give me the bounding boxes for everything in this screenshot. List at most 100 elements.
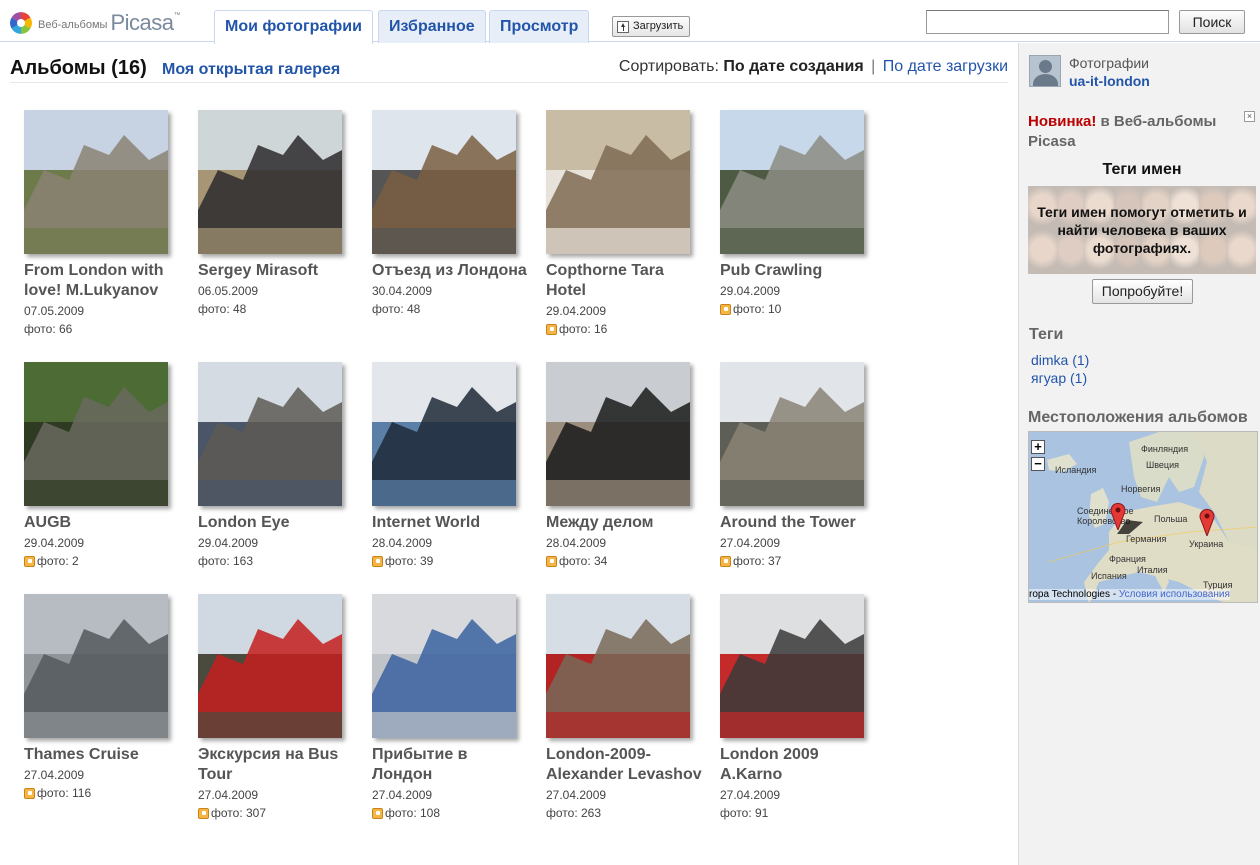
album-cover-image[interactable] xyxy=(372,110,516,254)
album-card[interactable]: From London with love! M.Lukyanov 07.05.2… xyxy=(24,110,184,337)
album-title-link[interactable]: London 2009 A.Karno xyxy=(720,745,880,785)
sort-separator: | xyxy=(871,58,876,75)
album-cover-image[interactable] xyxy=(24,594,168,738)
map-label: Исландия xyxy=(1055,465,1097,475)
album-cover-image[interactable] xyxy=(720,362,864,506)
album-cover-image[interactable] xyxy=(198,110,342,254)
map-pin-ukraine-icon[interactable] xyxy=(1199,508,1215,536)
public-gallery-link[interactable]: Моя открытая галерея xyxy=(162,61,340,79)
search-button[interactable]: Поиск xyxy=(1179,10,1245,34)
sort-by-uploaded-link[interactable]: По дате загрузки xyxy=(883,58,1008,75)
map-label: Финляндия xyxy=(1141,444,1189,454)
album-cover-image[interactable] xyxy=(372,362,516,506)
album-cover-image[interactable] xyxy=(720,594,864,738)
promo-text: Теги имен помогут отметить и найти челов… xyxy=(1028,186,1256,274)
album-title-link[interactable]: Pub Crawling xyxy=(720,261,880,281)
album-card[interactable]: Thames Cruise 27.04.2009 фото: 116 xyxy=(24,594,184,801)
album-cover-image[interactable] xyxy=(546,594,690,738)
album-card[interactable]: Around the Tower 27.04.2009 фото: 37 xyxy=(720,362,880,569)
album-date: 29.04.2009 xyxy=(546,304,607,318)
album-photo-count: фото: 10 xyxy=(720,301,880,317)
tab-browse[interactable]: Просмотр xyxy=(489,10,590,43)
album-photo-count: фото: 37 xyxy=(720,553,880,569)
albums-header: Альбомы (16) Моя открытая галерея Сортир… xyxy=(10,57,1008,83)
album-title-link[interactable]: Sergey Mirasoft xyxy=(198,261,358,281)
album-date: 27.04.2009 xyxy=(546,788,607,802)
album-title-link[interactable]: Internet World xyxy=(372,513,532,533)
logo-small-text: Веб-альбомы xyxy=(38,19,108,31)
map-label: Испания xyxy=(1091,571,1127,581)
shared-album-icon xyxy=(24,787,35,799)
logo-trademark: ™ xyxy=(173,12,181,19)
album-title-link[interactable]: Между делом xyxy=(546,513,706,533)
album-cover-image[interactable] xyxy=(198,362,342,506)
album-cover-image[interactable] xyxy=(720,110,864,254)
album-photo-count: фото: 39 xyxy=(372,553,532,569)
album-cover-image[interactable] xyxy=(546,110,690,254)
album-title-link[interactable]: Отъезд из Лондона xyxy=(372,261,532,281)
album-photo-count: фото: 48 xyxy=(198,301,358,317)
album-locations-map[interactable]: + − Финляндия Исландия Швеция Норвегия С… xyxy=(1028,431,1258,603)
album-date: 27.04.2009 xyxy=(198,788,259,802)
album-card[interactable]: Internet World 28.04.2009 фото: 39 xyxy=(372,362,532,569)
album-photo-count: фото: 108 xyxy=(372,805,532,821)
album-title-link[interactable]: Copthorne Tara Hotel xyxy=(546,261,706,301)
owner-avatar[interactable] xyxy=(1029,55,1061,87)
news-heading: Новинка! в Веб-альбомы Picasa xyxy=(1028,112,1238,152)
owner-name-link[interactable]: ua-it-london xyxy=(1069,73,1150,89)
name-tags-promo: Теги имен помогут отметить и найти челов… xyxy=(1028,186,1256,274)
album-card[interactable]: Между делом 28.04.2009 фото: 34 xyxy=(546,362,706,569)
album-title-link[interactable]: From London with love! M.Lukyanov xyxy=(24,261,184,301)
map-label: Польша xyxy=(1154,514,1188,524)
news-new-label: Новинка! xyxy=(1028,113,1097,130)
album-card[interactable]: Отъезд из Лондона 30.04.2009 фото: 48 xyxy=(372,110,532,317)
tag-link-dimka[interactable]: dimka (1) xyxy=(1031,352,1089,368)
map-pin-shadow xyxy=(1117,520,1143,534)
album-photo-count-text: фото: 263 xyxy=(546,806,602,820)
shared-album-icon xyxy=(720,555,731,567)
album-title-link[interactable]: Thames Cruise xyxy=(24,745,184,765)
tab-favorites[interactable]: Избранное xyxy=(378,10,486,43)
album-card[interactable]: AUGB 29.04.2009 фото: 2 xyxy=(24,362,184,569)
try-button[interactable]: Попробуйте! xyxy=(1092,279,1193,304)
close-icon[interactable]: × xyxy=(1244,111,1255,122)
album-card[interactable]: Прибытие в Лондон 27.04.2009 фото: 108 xyxy=(372,594,532,821)
album-title-link[interactable]: London-2009-Alexander Levashov xyxy=(546,745,706,785)
album-photo-count: фото: 263 xyxy=(546,805,706,821)
album-cover-image[interactable] xyxy=(372,594,516,738)
tags-title: Теги xyxy=(1029,326,1064,343)
album-title-link[interactable]: Прибытие в Лондон xyxy=(372,745,532,785)
map-zoom-in-button[interactable]: + xyxy=(1031,440,1045,454)
album-title-link[interactable]: London Eye xyxy=(198,513,358,533)
album-card[interactable]: Pub Crawling 29.04.2009 фото: 10 xyxy=(720,110,880,317)
album-card[interactable]: London 2009 A.Karno 27.04.2009 фото: 91 xyxy=(720,594,880,821)
owner-label: Фотографии xyxy=(1069,55,1150,71)
album-card[interactable]: London Eye 29.04.2009 фото: 163 xyxy=(198,362,358,569)
album-photo-count-text: фото: 91 xyxy=(720,806,769,820)
album-cover-image[interactable] xyxy=(24,362,168,506)
map-zoom-out-button[interactable]: − xyxy=(1031,457,1045,471)
album-title-link[interactable]: AUGB xyxy=(24,513,184,533)
album-title-link[interactable]: Around the Tower xyxy=(720,513,880,533)
search-input[interactable] xyxy=(926,10,1169,34)
album-photo-count-text: фото: 48 xyxy=(198,302,247,316)
picasa-logo[interactable]: Веб-альбомы Picasa ™ xyxy=(10,10,181,36)
album-photo-count-text: фото: 307 xyxy=(211,806,267,820)
upload-button[interactable]: Загрузить xyxy=(612,16,691,37)
album-date: 28.04.2009 xyxy=(546,536,607,550)
album-title-link[interactable]: Экскурсия на Bus Tour xyxy=(198,745,358,785)
tag-link-yaguar[interactable]: ягуар (1) xyxy=(1031,370,1087,386)
album-card[interactable]: Sergey Mirasoft 06.05.2009 фото: 48 xyxy=(198,110,358,317)
map-terms-link[interactable]: Условия использования xyxy=(1119,589,1230,600)
album-photo-count-text: фото: 108 xyxy=(385,806,441,820)
tab-my-photos[interactable]: Мои фотографии xyxy=(214,10,373,44)
album-photo-count: фото: 163 xyxy=(198,553,358,569)
album-photo-count: фото: 116 xyxy=(24,785,184,801)
album-cover-image[interactable] xyxy=(198,594,342,738)
album-cover-image[interactable] xyxy=(24,110,168,254)
album-card[interactable]: London-2009-Alexander Levashov 27.04.2009… xyxy=(546,594,706,821)
album-card[interactable]: Экскурсия на Bus Tour 27.04.2009 фото: 307 xyxy=(198,594,358,821)
album-date: 29.04.2009 xyxy=(198,536,259,550)
album-card[interactable]: Copthorne Tara Hotel 29.04.2009 фото: 16 xyxy=(546,110,706,337)
album-cover-image[interactable] xyxy=(546,362,690,506)
